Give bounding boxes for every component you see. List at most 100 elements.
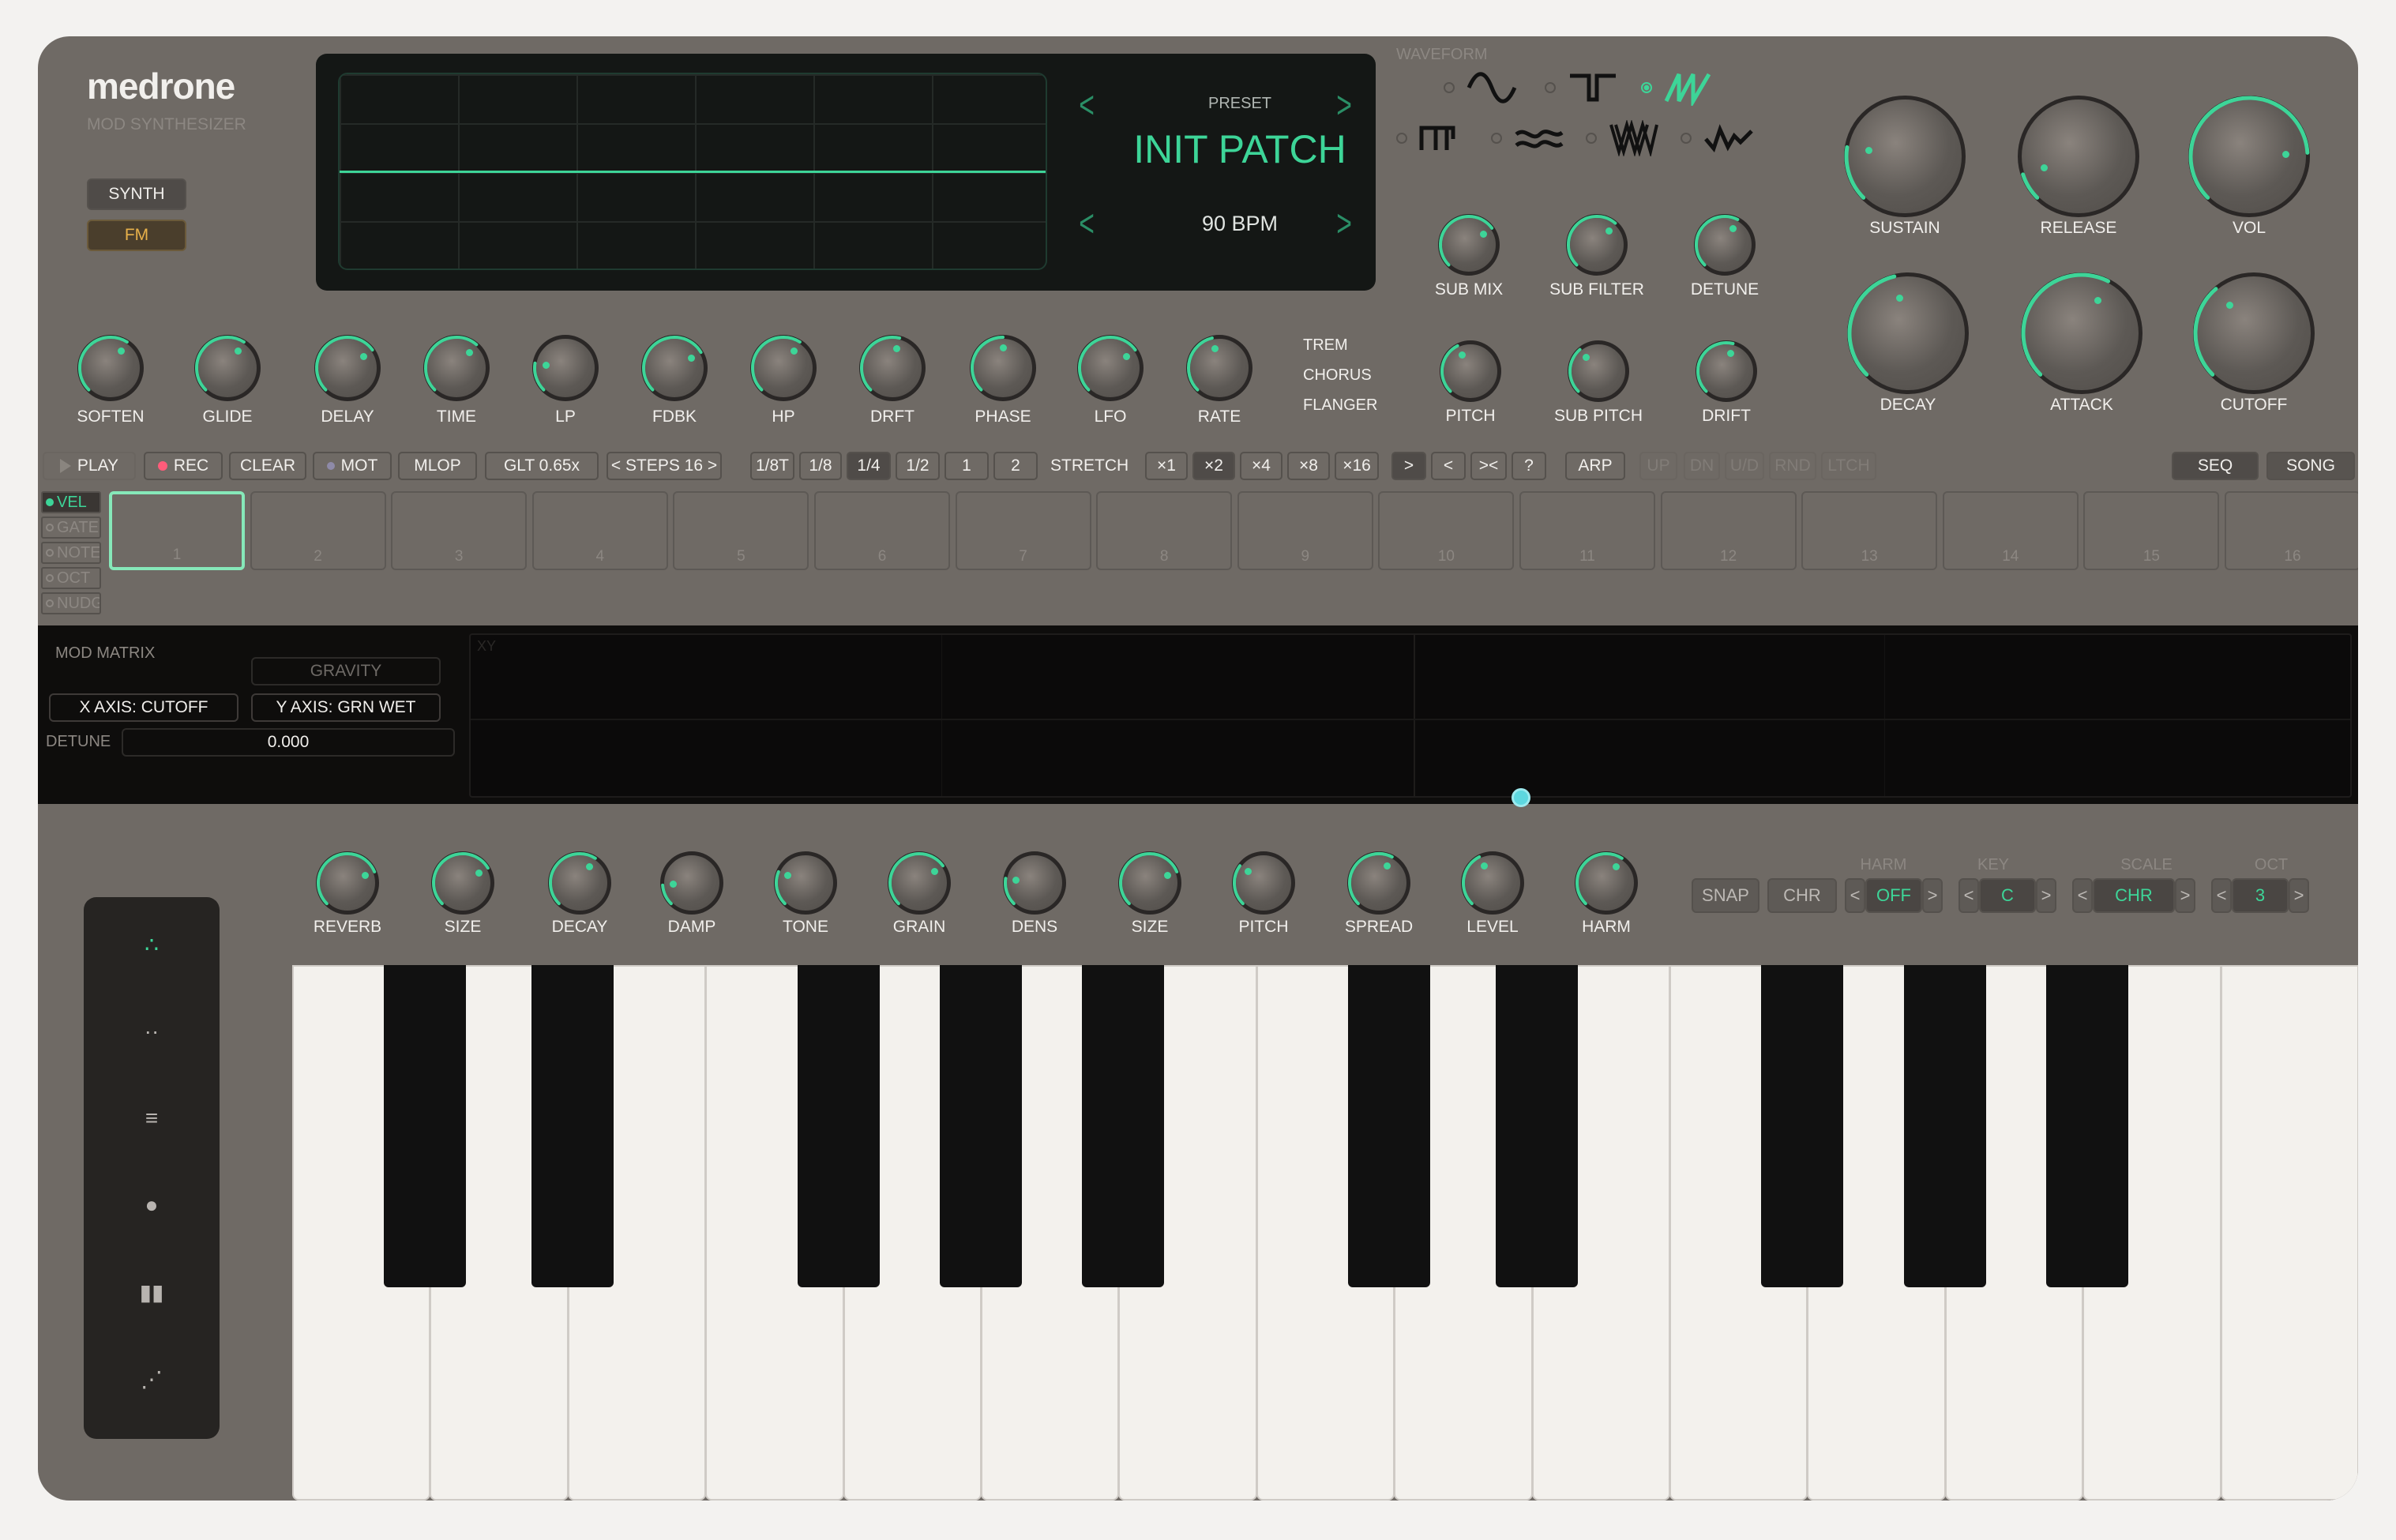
white-key[interactable] (2220, 965, 2358, 1501)
fx-chorus-label[interactable]: CHORUS (1303, 366, 1372, 385)
knob-lp[interactable]: LP (532, 335, 599, 426)
knob-grain[interactable]: GRAIN (888, 851, 951, 936)
oct-prev-button[interactable]: < (2211, 878, 2232, 913)
knob-sub-mix[interactable]: SUB MIX (1435, 214, 1503, 299)
black-key[interactable] (1348, 965, 1431, 1287)
direction-button-1[interactable]: < (1431, 452, 1466, 480)
arp-mode-button-3[interactable]: RND (1769, 452, 1816, 480)
dots-triangle-icon[interactable]: ∴ (84, 932, 220, 958)
step-cell[interactable]: 15 (2083, 491, 2220, 570)
step-cell[interactable]: 10 (1378, 491, 1515, 570)
stretch-button-3[interactable]: ×8 (1287, 452, 1330, 480)
black-key[interactable] (940, 965, 1022, 1287)
mlop-button[interactable]: MLOP (398, 452, 477, 480)
fx-trem-label[interactable]: TREM (1303, 336, 1348, 355)
waveform-sine-option[interactable] (1444, 69, 1518, 106)
fx-flanger-label[interactable]: FLANGER (1303, 396, 1377, 415)
preset-prev-arrow[interactable]: < (1079, 87, 1095, 125)
knob-vol[interactable]: VOL (2188, 96, 2310, 237)
black-key[interactable] (1082, 965, 1165, 1287)
knob-sustain[interactable]: SUSTAIN (1844, 96, 1966, 237)
xy-pad[interactable]: XY (469, 633, 2352, 807)
rec-button[interactable]: REC (144, 452, 223, 480)
arp-mode-button-0[interactable]: UP (1639, 452, 1677, 480)
harm-next-button[interactable]: > (1922, 878, 1943, 913)
knob-size[interactable]: SIZE (1118, 851, 1181, 936)
stretch-button-2[interactable]: ×4 (1240, 452, 1282, 480)
glide-time-button[interactable]: GLT 0.65x (485, 452, 599, 480)
x-axis-selector[interactable]: X AXIS: CUTOFF (49, 693, 238, 722)
clear-button[interactable]: CLEAR (229, 452, 306, 480)
direction-button-3[interactable]: ? (1512, 452, 1546, 480)
seq-button[interactable]: SEQ (2172, 452, 2259, 480)
lane-gate[interactable]: GATE (41, 516, 101, 539)
record-dot-icon[interactable]: ● (84, 1193, 220, 1218)
lane-oct[interactable]: OCT (41, 567, 101, 589)
knob-detune[interactable]: DETUNE (1691, 214, 1759, 299)
step-cell[interactable]: 12 (1660, 491, 1797, 570)
knob-harm[interactable]: HARM (1575, 851, 1638, 936)
knob-pitch[interactable]: PITCH (1440, 340, 1501, 425)
knob-decay[interactable]: DECAY (1847, 272, 1969, 414)
song-button[interactable]: SONG (2266, 452, 2355, 480)
knob-soften[interactable]: SOFTEN (77, 335, 145, 426)
harm-prev-button[interactable]: < (1845, 878, 1865, 913)
black-key[interactable] (384, 965, 467, 1287)
key-next-button[interactable]: > (2036, 878, 2056, 913)
step-cell[interactable]: 1 (109, 491, 245, 570)
knob-sub-pitch[interactable]: SUB PITCH (1554, 340, 1643, 425)
step-cell[interactable]: 9 (1237, 491, 1373, 570)
division-button-2[interactable]: 1/4 (847, 452, 891, 480)
scale-prev-button[interactable]: < (2072, 878, 2093, 913)
step-cell[interactable]: 6 (814, 491, 950, 570)
knob-rate[interactable]: RATE (1186, 335, 1252, 426)
division-button-1[interactable]: 1/8 (799, 452, 842, 480)
key-value[interactable]: C (1979, 878, 2036, 913)
snap-button[interactable]: SNAP (1692, 878, 1759, 913)
black-key[interactable] (1903, 965, 1986, 1287)
knob-cutoff[interactable]: CUTOFF (2193, 272, 2315, 414)
knob-dens[interactable]: DENS (1003, 851, 1066, 936)
direction-button-2[interactable]: >< (1470, 452, 1507, 480)
play-button[interactable]: PLAY (43, 452, 136, 480)
lane-nudge[interactable]: NUDGE (41, 592, 101, 614)
arp-mode-button-4[interactable]: LTCH (1821, 452, 1876, 480)
waveform-wobble-option[interactable] (1681, 120, 1755, 156)
step-cell[interactable]: 7 (955, 491, 1091, 570)
mot-button[interactable]: MOT (313, 452, 392, 480)
waveform-saw-option[interactable] (1641, 69, 1715, 106)
dots-pair-icon[interactable]: ·· (84, 1019, 220, 1044)
division-button-5[interactable]: 2 (993, 452, 1038, 480)
oct-value[interactable]: 3 (2232, 878, 2289, 913)
waveform-noise-option[interactable] (1491, 120, 1565, 156)
bars-icon[interactable]: ▮▮ (84, 1279, 220, 1305)
knob-glide[interactable]: GLIDE (194, 335, 261, 426)
arp-button[interactable]: ARP (1565, 452, 1625, 480)
bpm-next-arrow[interactable]: > (1336, 205, 1352, 243)
scale-next-button[interactable]: > (2175, 878, 2195, 913)
division-button-4[interactable]: 1 (945, 452, 989, 480)
knob-damp[interactable]: DAMP (660, 851, 723, 936)
arp-mode-button-2[interactable]: U/D (1725, 452, 1764, 480)
waveform-pulse-option[interactable] (1396, 120, 1470, 156)
knob-hp[interactable]: HP (750, 335, 817, 426)
step-cell[interactable]: 5 (673, 491, 809, 570)
waveform-supersaw-option[interactable] (1586, 120, 1660, 156)
knob-release[interactable]: RELEASE (2018, 96, 2139, 237)
knob-drift[interactable]: DRIFT (1696, 340, 1757, 425)
black-key[interactable] (1495, 965, 1578, 1287)
step-cell[interactable]: 2 (250, 491, 386, 570)
knob-fdbk[interactable]: FDBK (641, 335, 708, 426)
black-key[interactable] (2046, 965, 2129, 1287)
lane-vel[interactable]: VEL (41, 491, 101, 513)
arp-mode-button-1[interactable]: DN (1684, 452, 1720, 480)
black-key[interactable] (531, 965, 614, 1287)
step-cell[interactable]: 16 (2225, 491, 2358, 570)
gravity-button[interactable]: GRAVITY (251, 657, 441, 685)
knob-phase[interactable]: PHASE (970, 335, 1036, 426)
mode-fm-button[interactable]: FM (87, 220, 186, 251)
knob-drft[interactable]: DRFT (859, 335, 926, 426)
stretch-button-4[interactable]: ×16 (1335, 452, 1379, 480)
oct-next-button[interactable]: > (2289, 878, 2309, 913)
preset-next-arrow[interactable]: > (1336, 87, 1352, 125)
